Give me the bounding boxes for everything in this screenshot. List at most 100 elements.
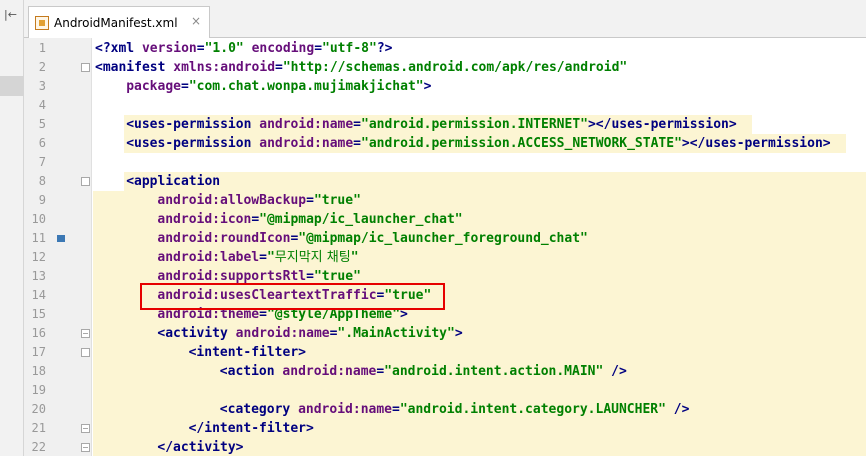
xml-tag-token: = <box>180 79 189 94</box>
xml-tag-token: = <box>259 250 267 265</box>
code-line[interactable]: <manifest xmlns:android="http://schemas.… <box>95 58 627 77</box>
xml-attribute-token: android:name <box>235 326 330 341</box>
code-line[interactable]: </intent-filter> <box>189 419 314 438</box>
xml-attribute-token: android:name <box>298 402 392 417</box>
collapse-panel-icon[interactable]: |← <box>4 8 18 22</box>
fold-open-icon[interactable] <box>81 348 90 357</box>
xml-value-token: "true" <box>313 269 361 284</box>
xml-value-token: " <box>266 250 275 265</box>
xml-value-token: "@mipmap/ic_launcher_foreground_chat" <box>298 231 588 246</box>
xml-attribute-token: xmlns:android <box>173 60 276 75</box>
xml-value-token: "android.intent.action.MAIN" <box>384 364 604 379</box>
line-number: 8 <box>38 174 46 188</box>
xml-value-token: "com.chat.wonpa.mujimakjichat" <box>188 79 424 94</box>
xml-tag-token: ></uses-permission> <box>681 136 831 151</box>
selected-panel-item[interactable] <box>0 76 24 96</box>
line-number: 9 <box>38 193 46 207</box>
line-number: 16 <box>31 326 46 340</box>
code-line[interactable]: <application <box>126 172 220 191</box>
fold-open-icon[interactable] <box>81 177 90 186</box>
line-number: 20 <box>31 402 46 416</box>
code-line[interactable]: <uses-permission android:name="android.p… <box>126 115 737 134</box>
xml-tag-token: = <box>392 402 400 417</box>
xml-tag-token: = <box>353 117 361 132</box>
xml-attribute-token: android:label <box>157 250 260 265</box>
xml-attribute-token: android:supportsRtl <box>157 269 307 284</box>
xml-tag-token: > <box>454 326 463 341</box>
fold-close-icon[interactable] <box>81 424 90 433</box>
xml-value-token: "android.permission.INTERNET" <box>361 117 588 132</box>
xml-tag-token: <?xml <box>95 41 142 56</box>
line-number: 13 <box>31 269 46 283</box>
line-number: 21 <box>31 421 46 435</box>
editor-tab-bar: AndroidManifest.xml × <box>24 0 866 38</box>
xml-tag-token: /> <box>665 402 690 417</box>
xml-tag-token: = <box>275 60 283 75</box>
xml-tag-token: = <box>251 212 260 227</box>
code-line[interactable]: <action android:name="android.intent.act… <box>220 362 627 381</box>
xml-tag-token: = <box>353 136 361 151</box>
highlighted-range <box>124 172 866 191</box>
xml-tag-token: = <box>306 269 314 284</box>
code-line[interactable]: android:label="무지막지 채팅" <box>157 248 358 267</box>
xml-value-token: " <box>350 250 359 265</box>
code-line[interactable]: </activity> <box>157 438 243 456</box>
xml-attribute-token: package <box>126 79 181 94</box>
xml-tag-token: <manifest <box>95 60 174 75</box>
xml-value-token: "1.0" <box>204 41 244 56</box>
line-number-gutter: 1 2 3 4 5 6 7 8 9 10 11 12 13 14 15 16 17 18 19 20 21 22 <box>24 38 112 456</box>
line-number: 15 <box>31 307 46 321</box>
xml-attribute-token: android:name <box>282 364 377 379</box>
line-number: 7 <box>38 155 46 169</box>
tab-androidmanifest[interactable]: AndroidManifest.xml × <box>28 6 210 38</box>
xml-value-token: "true" <box>313 193 361 208</box>
code-line[interactable]: <?xml version="1.0" encoding="utf-8"?> <box>95 39 392 58</box>
xml-value-token: "android.permission.ACCESS_NETWORK_STATE… <box>361 136 682 151</box>
code-line[interactable]: android:roundIcon="@mipmap/ic_launcher_f… <box>157 229 587 248</box>
xml-value-token: "utf-8" <box>322 41 377 56</box>
line-number: 18 <box>31 364 46 378</box>
xml-tag-token: <category <box>219 402 299 417</box>
code-line[interactable]: <intent-filter> <box>189 343 306 362</box>
xml-tag-token: = <box>376 364 385 379</box>
fold-open-icon[interactable] <box>81 63 90 72</box>
line-number: 5 <box>38 117 46 131</box>
xml-attribute-token: android:name <box>259 117 354 132</box>
xml-tag-token: ?> <box>376 41 393 56</box>
code-line[interactable]: <activity android:name=".MainActivity"> <box>157 324 462 343</box>
line-number: 12 <box>31 250 46 264</box>
code-editor[interactable]: <?xml version="1.0" encoding="utf-8"?> <m… <box>93 38 866 456</box>
xml-attribute-token: android:roundIcon <box>157 231 291 246</box>
xml-attribute-token: version <box>141 41 197 56</box>
fold-close-icon[interactable] <box>81 329 90 338</box>
xml-tag-token: <activity <box>157 326 236 341</box>
tab-label: AndroidManifest.xml <box>54 15 178 30</box>
code-line[interactable]: android:allowBackup="true" <box>157 191 361 210</box>
xml-attribute-token: android:icon <box>157 212 252 227</box>
code-line[interactable]: android:icon="@mipmap/ic_launcher_chat" <box>157 210 462 229</box>
xml-tag-token: = <box>306 193 314 208</box>
line-number: 10 <box>31 212 46 226</box>
xml-tag-token: <uses-permission <box>126 136 260 151</box>
xml-attribute-token: encoding <box>251 41 315 56</box>
xml-tag-token: </activity> <box>157 440 244 455</box>
close-icon[interactable]: × <box>191 15 201 27</box>
xml-tag-token <box>244 41 252 56</box>
code-line[interactable]: <category android:name="android.intent.c… <box>220 400 690 419</box>
code-line[interactable]: package="com.chat.wonpa.mujimakjichat"> <box>126 77 431 96</box>
xml-tag-token: = <box>196 41 205 56</box>
code-line[interactable]: <uses-permission android:name="android.p… <box>126 134 830 153</box>
xml-tag-token: /> <box>603 364 627 379</box>
line-number: 11 <box>31 231 46 245</box>
fold-close-icon[interactable] <box>81 443 90 452</box>
xml-value-token: "android.intent.category.LAUNCHER" <box>399 402 666 417</box>
line-number: 17 <box>31 345 46 359</box>
line-number: 1 <box>38 41 46 55</box>
bookmark-icon[interactable] <box>57 235 65 242</box>
xml-value-token: ".MainActivity" <box>337 326 455 341</box>
xml-tag-token: <application <box>126 174 221 189</box>
xml-tag-token: ></uses-permission> <box>587 117 737 132</box>
line-number: 3 <box>38 79 46 93</box>
line-number: 14 <box>31 288 46 302</box>
line-number: 19 <box>31 383 46 397</box>
